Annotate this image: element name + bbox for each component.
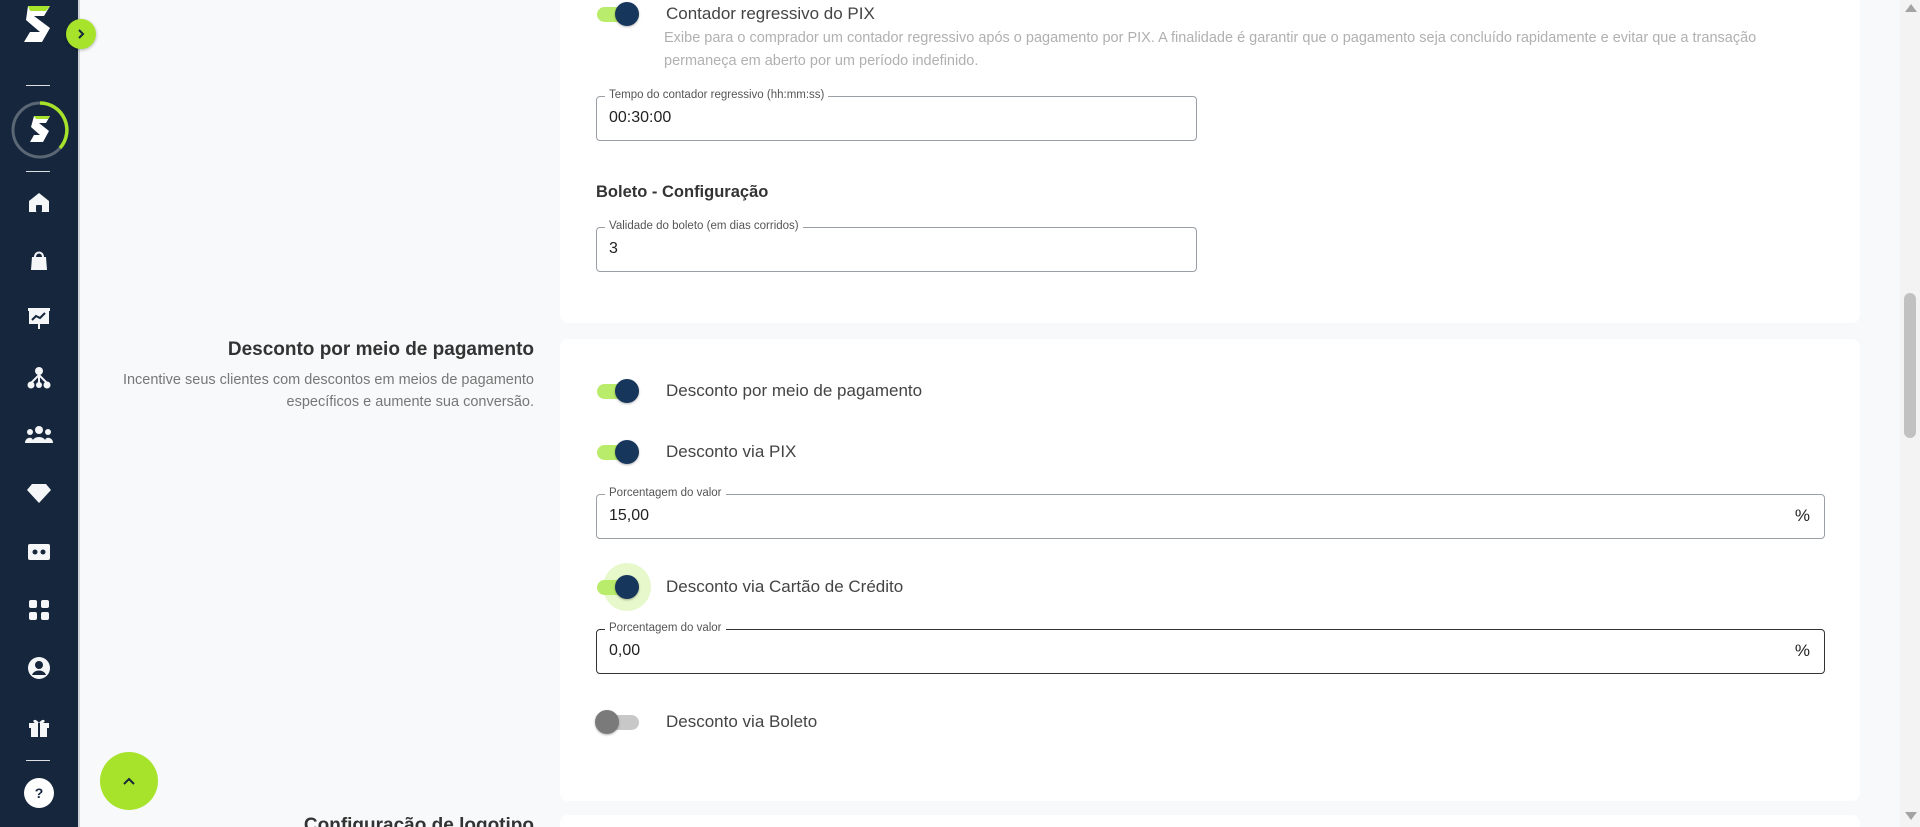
field-label: Tempo do contador regressivo (hh:mm:ss)	[605, 88, 829, 102]
pix-discount-input[interactable]: 15,00	[609, 507, 649, 525]
logo-config-card	[560, 815, 1860, 827]
pix-countdown-field[interactable]: Tempo do contador regressivo (hh:mm:ss) …	[596, 88, 1197, 141]
sidebar-divider	[26, 85, 50, 86]
boleto-validity-input[interactable]: 3	[609, 240, 618, 258]
presentation-chart-icon	[28, 308, 50, 329]
sidebar-item-subscriptions[interactable]	[24, 478, 54, 508]
logo-config-section-title: Configuração de logotipo	[303, 815, 534, 827]
shopping-bag-icon	[31, 251, 47, 270]
expand-sidebar-button[interactable]	[66, 19, 96, 49]
chevron-right-icon	[78, 29, 85, 39]
toggle-thumb	[615, 2, 639, 26]
pix-discount-field[interactable]: Porcentagem do valor 15,00 %	[596, 486, 1825, 539]
discount-section-description: Incentive seus clientes com descontos em…	[122, 372, 534, 410]
field-label: Validade do boleto (em dias corridos)	[605, 219, 803, 233]
discount-card-toggle[interactable]	[595, 563, 651, 611]
users-icon	[25, 426, 53, 443]
discount-section-title: Desconto por meio de pagamento	[227, 339, 534, 360]
field-label: Porcentagem do valor	[605, 621, 726, 635]
sidebar-divider	[26, 171, 50, 172]
sidebar-item-sales[interactable]	[24, 303, 54, 333]
ticket-icon	[28, 544, 50, 560]
percent-suffix: %	[1794, 641, 1810, 660]
pix-countdown-help-line-2: permaneça em aberto por um período indef…	[664, 53, 979, 69]
scroll-to-top-button[interactable]	[100, 752, 158, 810]
toggle-thumb	[615, 379, 639, 403]
pix-countdown-toggle[interactable]	[595, 0, 641, 28]
gift-icon	[29, 719, 49, 737]
card-discount-field[interactable]: Porcentagem do valor 0,00 %	[596, 621, 1825, 674]
sidebar-item-affiliates[interactable]	[24, 363, 54, 393]
discount-boleto-label: Desconto via Boleto	[666, 712, 818, 731]
toggle-thumb	[615, 575, 639, 599]
pix-countdown-help-line-1: Exibe para o comprador um contador regre…	[664, 30, 1757, 46]
diamond-icon	[27, 484, 51, 503]
help-button[interactable]: ?	[24, 778, 54, 808]
apps-grid-icon	[29, 600, 49, 620]
sidebar-divider	[26, 760, 50, 761]
sidebar: ?	[0, 0, 78, 827]
user-circle-icon	[28, 657, 50, 679]
discount-boleto-toggle[interactable]	[595, 708, 641, 736]
home-icon	[29, 193, 49, 212]
sidebar-item-account[interactable]	[24, 653, 54, 683]
network-icon	[27, 367, 51, 389]
brand-logo-icon	[24, 6, 50, 42]
chevron-up-icon	[123, 777, 135, 785]
boleto-validity-field[interactable]: Validade do boleto (em dias corridos) 3	[596, 219, 1197, 272]
help-icon: ?	[34, 785, 44, 801]
field-label: Porcentagem do valor	[605, 486, 726, 500]
sidebar-item-apps[interactable]	[24, 595, 54, 625]
discount-card-label: Desconto via Cartão de Crédito	[666, 577, 904, 596]
toggle-thumb	[615, 440, 639, 464]
sidebar-border	[78, 0, 80, 827]
sidebar-item-home[interactable]	[24, 187, 54, 217]
sidebar-item-coupons[interactable]	[24, 537, 54, 567]
page-scrollbar[interactable]	[1900, 0, 1920, 827]
discount-pix-toggle[interactable]	[595, 438, 641, 466]
scroll-up-arrow-icon[interactable]	[1905, 4, 1917, 12]
discount-main-toggle[interactable]	[595, 377, 641, 405]
sidebar-item-rewards[interactable]	[24, 712, 54, 742]
pix-countdown-input[interactable]: 00:30:00	[609, 109, 671, 127]
discount-pix-label: Desconto via PIX	[666, 442, 797, 461]
sidebar-item-customers[interactable]	[24, 420, 54, 450]
scrollbar-thumb[interactable]	[1904, 293, 1916, 438]
profile-avatar[interactable]	[10, 100, 70, 160]
toggle-thumb	[595, 710, 619, 734]
boleto-config-heading: Boleto - Configuração	[596, 183, 769, 201]
percent-suffix: %	[1794, 506, 1810, 525]
sidebar-item-products[interactable]	[24, 245, 54, 275]
card-discount-input[interactable]: 0,00	[609, 642, 640, 660]
pix-countdown-label: Contador regressivo do PIX	[666, 4, 875, 23]
discount-main-label: Desconto por meio de pagamento	[666, 381, 923, 400]
scroll-down-arrow-icon[interactable]	[1905, 812, 1917, 820]
